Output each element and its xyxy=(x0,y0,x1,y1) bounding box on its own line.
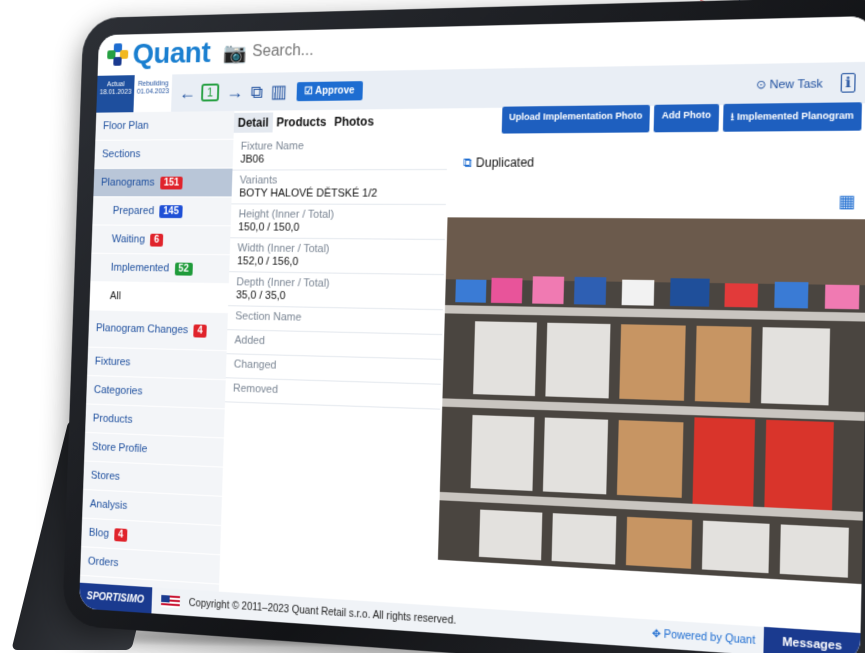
rebuilding-date: 01.04.2023 xyxy=(136,88,170,96)
sidebar-item-label: Analysis xyxy=(89,498,128,512)
us-flag-icon[interactable] xyxy=(160,594,180,609)
height-label: Height (Inner / Total) xyxy=(238,208,335,221)
sidebar-item-label: Blog xyxy=(88,526,110,540)
tab-products[interactable]: Products xyxy=(272,112,330,133)
search-input[interactable] xyxy=(252,38,448,62)
grid-view-icon[interactable]: ▦ xyxy=(838,191,856,213)
check-circle-icon: ⊙ xyxy=(755,78,767,92)
new-task-button[interactable]: ⊙ New Task xyxy=(756,76,823,91)
sidebar-item-fixtures[interactable]: Fixtures xyxy=(87,347,227,381)
sidebar-item-label: Fixtures xyxy=(94,355,131,369)
sidebar-item-all[interactable]: All xyxy=(89,282,229,314)
sidebar-item-label: Planogram Changes xyxy=(95,322,189,337)
date-switcher: Actual 18.01.2023 Rebuilding 01.04.2023 xyxy=(96,74,173,113)
count-badge: 151 xyxy=(159,176,184,189)
sidebar: Floor Plan Sections Planograms 151 Prepared 1… xyxy=(79,110,235,592)
store-shelf-photo[interactable] xyxy=(437,217,865,585)
tab-photos[interactable]: Photos xyxy=(330,111,378,132)
download-icon: ⭳ xyxy=(730,111,735,123)
upload-implementation-photo-button[interactable]: Upload Implementation Photo xyxy=(501,104,651,134)
sidebar-item-label: Categories xyxy=(93,384,143,398)
sidebar-item-label: All xyxy=(109,290,122,303)
photo-actions: Upload Implementation Photo Add Photo ⭳ … xyxy=(501,102,862,134)
powered-by-label: Powered by Quant xyxy=(663,628,756,647)
step-number[interactable]: 1 xyxy=(201,83,220,102)
sidebar-item-label: Store Profile xyxy=(91,441,148,456)
new-task-label: New Task xyxy=(769,77,823,92)
quant-mark-icon: ✥ xyxy=(651,627,661,641)
shelf-photo-image xyxy=(437,217,865,585)
rebuilding-date-toggle[interactable]: Rebuilding 01.04.2023 xyxy=(133,74,173,113)
arrow-left-icon[interactable]: ← xyxy=(179,82,196,103)
sidebar-item-label: Floor Plan xyxy=(102,119,149,133)
copyright-text: Copyright © 2011–2023 Quant Retail s.r.o… xyxy=(188,597,457,627)
duplicated-indicator: ⧉ Duplicated xyxy=(463,155,534,171)
app-screen: Quant 📷 Actual 18.01.2023 Rebuilding 01.… xyxy=(78,15,865,653)
height-field: Height (Inner / Total) 150,0 / 150,0 xyxy=(230,204,446,241)
implemented-planogram-label: Implemented Planogram xyxy=(736,109,854,123)
count-badge: 6 xyxy=(150,233,164,247)
info-panel-icon[interactable]: ℹ xyxy=(840,72,856,93)
logo-mark-icon xyxy=(107,43,130,67)
height-value: 150,0 / 150,0 xyxy=(238,221,300,234)
camera-icon[interactable]: 📷 xyxy=(223,40,247,65)
messages-button[interactable]: Messages xyxy=(763,626,861,653)
duplicate-icon: ⧉ xyxy=(463,155,473,170)
depth-value: 35,0 / 35,0 xyxy=(235,289,286,303)
sidebar-item-implemented[interactable]: Implemented 52 xyxy=(90,253,230,285)
sidebar-item-label: Orders xyxy=(87,555,119,570)
sidebar-item-waiting[interactable]: Waiting 6 xyxy=(91,225,231,256)
variants-field: Variants BOTY HALOVÉ DĚTSKÉ 1/2 xyxy=(231,169,447,205)
section-name-label: Section Name xyxy=(235,310,302,324)
app-name: Quant xyxy=(132,36,211,71)
width-value: 152,0 / 156,0 xyxy=(236,255,299,269)
fixture-details: Fixture Name JB06 Variants BOTY HALOVÉ D… xyxy=(224,135,448,410)
sidebar-item-label: Planograms xyxy=(100,176,155,189)
copy-icon[interactable]: ⧉ xyxy=(251,81,264,102)
sidebar-item-label: Stores xyxy=(90,469,121,483)
width-label: Width (Inner / Total) xyxy=(237,242,330,256)
sidebar-item-floor-plan[interactable]: Floor Plan xyxy=(95,110,235,141)
tab-detail[interactable]: Detail xyxy=(233,112,273,133)
removed-label: Removed xyxy=(232,382,279,397)
depth-field: Depth (Inner / Total) 35,0 / 35,0 xyxy=(228,272,444,311)
implemented-planogram-button[interactable]: ⭳ Implemented Planogram xyxy=(722,102,862,132)
sidebar-item-label: Sections xyxy=(101,148,141,161)
sidebar-item-planograms[interactable]: Planograms 151 xyxy=(93,168,233,198)
sidebar-item-planogram-changes[interactable]: Planogram Changes 4 xyxy=(88,310,228,352)
sidebar-item-label: Products xyxy=(92,412,133,426)
sidebar-item-label: Implemented xyxy=(110,261,170,275)
powered-by-link[interactable]: ✥ Powered by Quant xyxy=(652,628,756,647)
count-badge: 4 xyxy=(193,324,207,338)
variants-label: Variants xyxy=(239,174,278,187)
arrow-right-icon[interactable]: → xyxy=(226,82,244,103)
count-badge: 52 xyxy=(174,262,193,276)
app-footer: SPORTISIMO Copyright © 2011–2023 Quant R… xyxy=(78,582,861,653)
changed-label: Changed xyxy=(233,358,277,372)
count-badge: 145 xyxy=(159,204,183,218)
removed-field: Removed xyxy=(224,378,441,410)
sidebar-item-label: Prepared xyxy=(112,205,155,217)
approve-button[interactable]: ☑ Approve xyxy=(296,80,363,101)
sidebar-item-label: Waiting xyxy=(111,233,146,246)
fixture-name-label: Fixture Name xyxy=(240,140,304,153)
app-logo[interactable]: Quant xyxy=(107,36,211,71)
approve-label: Approve xyxy=(314,84,355,97)
fixture-name-value: JB06 xyxy=(240,153,265,166)
tablet-device: Quant 📷 Actual 18.01.2023 Rebuilding 01.… xyxy=(62,0,865,653)
sidebar-item-prepared[interactable]: Prepared 145 xyxy=(92,197,232,227)
duplicated-label: Duplicated xyxy=(475,155,535,170)
fixture-name-field: Fixture Name JB06 xyxy=(232,135,448,171)
width-field: Width (Inner / Total) 152,0 / 156,0 xyxy=(229,238,445,276)
barcode-icon[interactable]: ▥ xyxy=(270,81,287,102)
count-badge: 4 xyxy=(114,527,128,542)
variants-value: BOTY HALOVÉ DĚTSKÉ 1/2 xyxy=(239,187,378,200)
sidebar-item-sections[interactable]: Sections xyxy=(94,139,234,169)
added-label: Added xyxy=(234,334,266,348)
actual-date: 18.01.2023 xyxy=(99,88,132,97)
actual-date-toggle[interactable]: Actual 18.01.2023 xyxy=(96,75,135,113)
add-photo-button[interactable]: Add Photo xyxy=(653,104,719,133)
brand-logo: SPORTISIMO xyxy=(78,582,152,614)
